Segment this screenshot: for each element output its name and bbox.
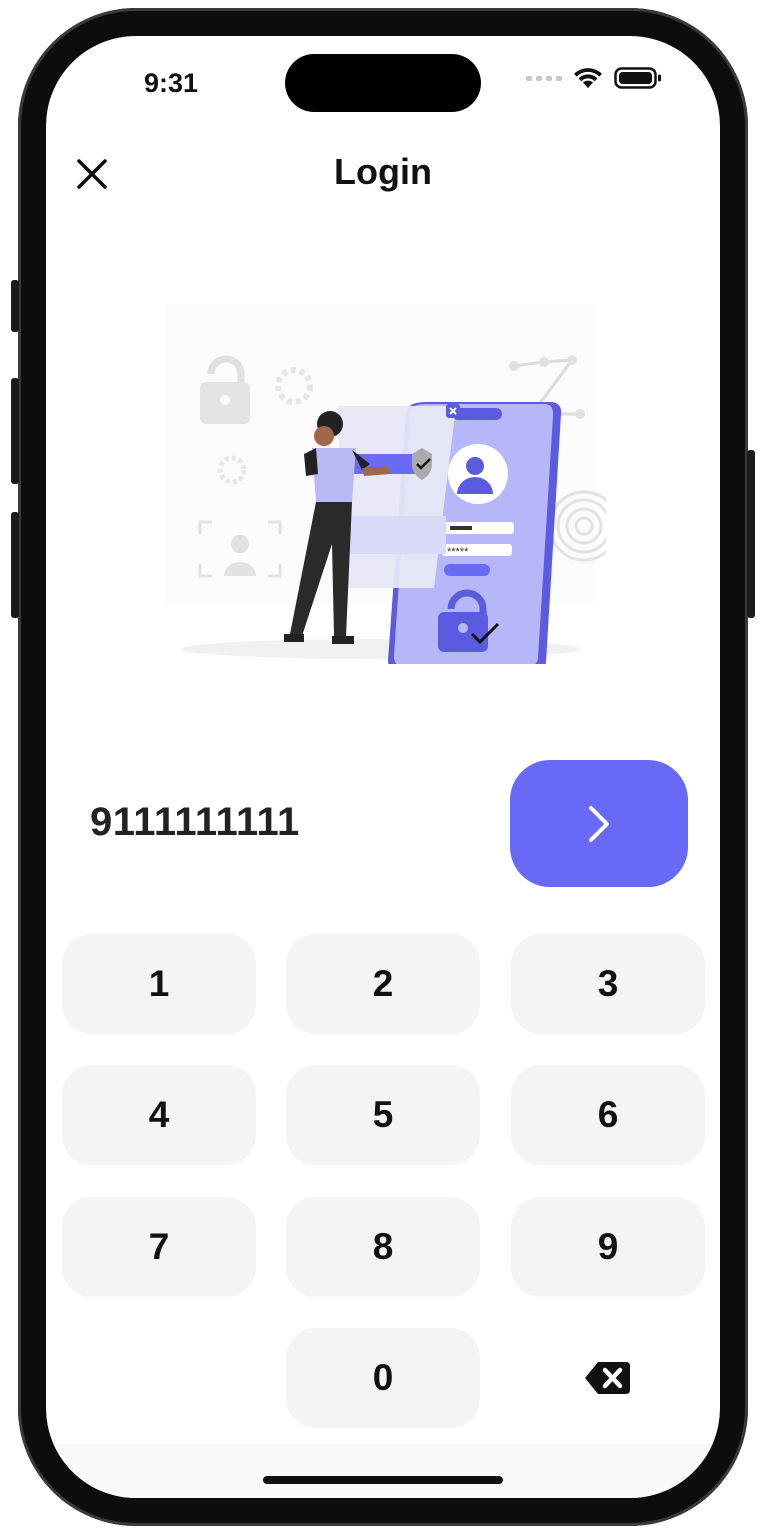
key-7[interactable]: 7	[62, 1197, 256, 1297]
login-illustration: *****	[166, 304, 606, 664]
key-2[interactable]: 2	[286, 934, 480, 1034]
backspace-button[interactable]	[511, 1328, 705, 1428]
dynamic-island	[285, 54, 481, 112]
status-icons	[526, 66, 662, 90]
wifi-icon	[574, 68, 602, 88]
volume-down-button	[11, 512, 19, 618]
power-button	[747, 450, 755, 618]
key-1[interactable]: 1	[62, 934, 256, 1034]
password-mask: *****	[447, 546, 469, 558]
key-6[interactable]: 6	[511, 1065, 705, 1165]
key-8[interactable]: 8	[286, 1197, 480, 1297]
bottom-band	[46, 1444, 720, 1498]
phone-number-display: 9111111111	[90, 800, 300, 844]
signal-icon	[526, 75, 562, 81]
volume-up-button	[11, 378, 19, 484]
screen: 9:31 Login ***** 9111111111 1 2 3 4 5 6 …	[46, 36, 720, 1498]
silent-switch	[11, 280, 19, 332]
status-time: 9:31	[144, 68, 199, 98]
key-0[interactable]: 0	[286, 1328, 480, 1428]
backspace-icon	[585, 1362, 630, 1394]
battery-icon	[614, 67, 661, 89]
key-4[interactable]: 4	[62, 1065, 256, 1165]
next-button[interactable]	[510, 760, 688, 887]
home-indicator[interactable]	[263, 1476, 503, 1484]
page-title: Login	[334, 151, 432, 192]
chevron-right-icon	[589, 805, 609, 842]
key-5[interactable]: 5	[286, 1065, 480, 1165]
key-9[interactable]: 9	[511, 1197, 705, 1297]
key-3[interactable]: 3	[511, 934, 705, 1034]
